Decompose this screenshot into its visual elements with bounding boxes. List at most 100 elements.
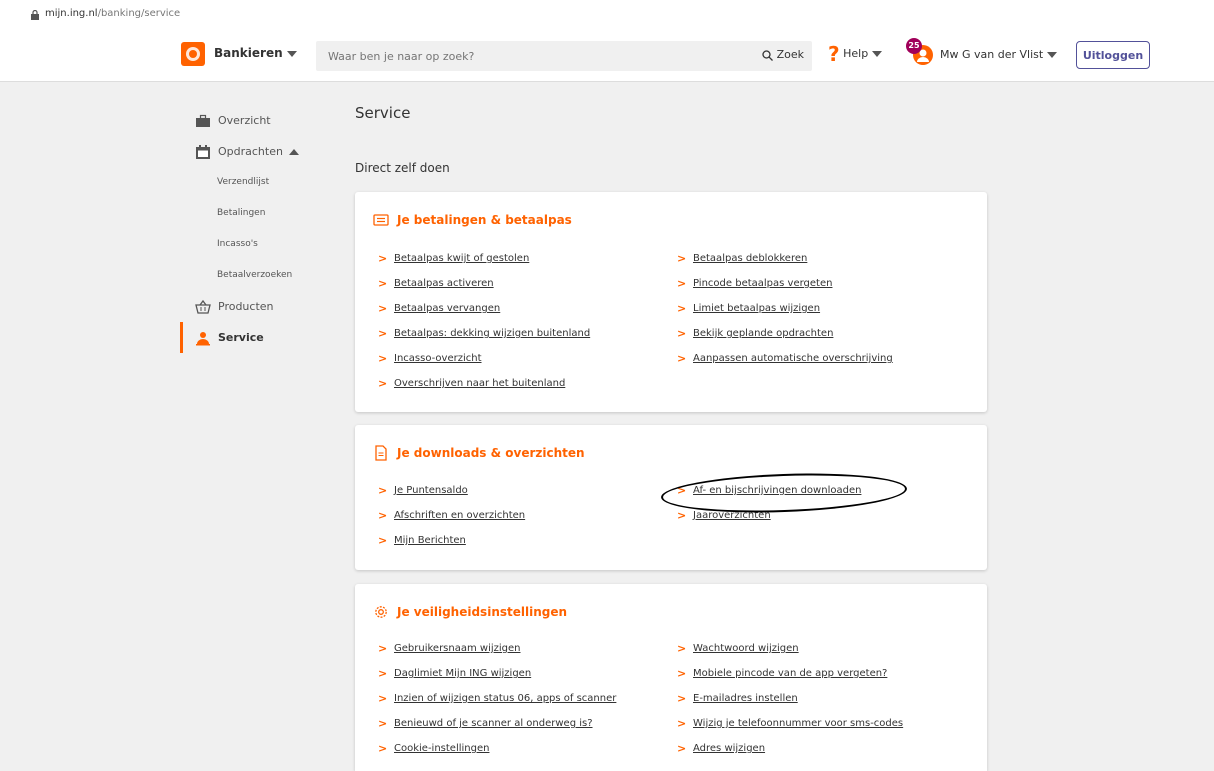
chevron-right-icon: > (378, 667, 388, 680)
top-navigation: Bankieren Zoek ? Help 25 Mw G van der Vl… (0, 32, 1214, 82)
sidebar-item-incassos[interactable]: Incasso's (180, 229, 340, 260)
chevron-right-icon: > (677, 509, 687, 522)
chevron-right-icon: > (378, 352, 388, 365)
card-icon (373, 214, 389, 226)
service-person-icon (196, 331, 210, 345)
card-veiligheid: Je veiligheidsinstellingen > Gebruikersna… (355, 584, 987, 771)
card-title: Je downloads & overzichten (373, 445, 585, 461)
chevron-right-icon: > (677, 717, 687, 730)
sidebar-item-overzicht[interactable]: Overzicht (180, 105, 340, 136)
caret-down-icon (872, 51, 883, 57)
user-menu[interactable]: Mw G van der Vlist (940, 48, 1058, 61)
notification-badge: 25 (906, 38, 922, 54)
link-status-06[interactable]: > Inzien of wijzigen status 06, apps of s… (378, 686, 616, 711)
link-column-right: > Betaalpas deblokkeren > Pincode betaalpa… (677, 246, 893, 371)
link-daglimiet[interactable]: > Daglimiet Mijn ING wijzigen (378, 661, 616, 686)
chevron-right-icon: > (378, 302, 388, 315)
link-afschriften[interactable]: > Afschriften en overzichten (378, 503, 525, 528)
link-mijn-berichten[interactable]: > Mijn Berichten (378, 528, 525, 553)
chevron-right-icon: > (378, 327, 388, 340)
document-icon (375, 445, 387, 461)
chevron-right-icon: > (677, 352, 687, 365)
link-column-right: > Af- en bijschrijvingen downloaden > Jaar… (677, 478, 861, 528)
sidebar-item-service[interactable]: Service (180, 322, 340, 353)
lion-icon (186, 47, 200, 61)
page-title: Service (355, 104, 411, 122)
sidebar-navigation: Overzicht Opdrachten Verzendlijst Betali… (180, 105, 340, 353)
link-column-left: > Gebruikersnaam wijzigen > Daglimiet Mijn… (378, 636, 616, 761)
chevron-right-icon: > (378, 484, 388, 497)
card-downloads: Je downloads & overzichten > Je Puntensal… (355, 425, 987, 570)
logout-button[interactable]: Uitloggen (1076, 41, 1150, 69)
card-title: Je veiligheidsinstellingen (373, 604, 567, 620)
chevron-right-icon: > (378, 377, 388, 390)
link-gebruikersnaam[interactable]: > Gebruikersnaam wijzigen (378, 636, 616, 661)
link-incasso-overzicht[interactable]: > Incasso-overzicht (378, 346, 590, 371)
gear-icon (375, 606, 387, 618)
chevron-right-icon: > (677, 252, 687, 265)
sidebar-item-opdrachten[interactable]: Opdrachten (180, 136, 340, 167)
chevron-right-icon: > (677, 484, 687, 497)
link-betaalpas-kwijt[interactable]: > Betaalpas kwijt of gestolen (378, 246, 590, 271)
card-title: Je betalingen & betaalpas (373, 212, 572, 228)
lock-icon (31, 10, 39, 20)
search-button[interactable]: Zoek (762, 48, 804, 61)
link-overschrijven-buitenland[interactable]: > Overschrijven naar het buitenland (378, 371, 590, 396)
section-subtitle: Direct zelf doen (355, 161, 450, 175)
card-betalingen: Je betalingen & betaalpas > Betaalpas kwi… (355, 192, 987, 412)
chevron-right-icon: > (378, 642, 388, 655)
url-text: mijn.ing.nl/banking/service (45, 8, 181, 19)
link-column-right: > Wachtwoord wijzigen > Mobiele pincode va… (677, 636, 903, 761)
link-puntensaldo[interactable]: > Je Puntensaldo (378, 478, 525, 503)
link-betaalpas-deblokkeren[interactable]: > Betaalpas deblokkeren (677, 246, 893, 271)
chevron-right-icon: > (677, 277, 687, 290)
link-telefoonnummer[interactable]: > Wijzig je telefoonnummer voor sms-codes (677, 711, 903, 736)
link-betaalpas-activeren[interactable]: > Betaalpas activeren (378, 271, 590, 296)
chevron-right-icon: > (378, 692, 388, 705)
link-wachtwoord[interactable]: > Wachtwoord wijzigen (677, 636, 903, 661)
search-icon (762, 49, 774, 61)
bankieren-menu[interactable]: Bankieren (214, 46, 297, 60)
chevron-right-icon: > (378, 509, 388, 522)
chevron-right-icon: > (378, 252, 388, 265)
chevron-right-icon: > (677, 642, 687, 655)
question-mark-icon: ? (828, 42, 840, 66)
chevron-right-icon: > (677, 327, 687, 340)
calendar-icon (196, 144, 210, 159)
sidebar-item-verzendlijst[interactable]: Verzendlijst (180, 167, 340, 198)
caret-up-icon (288, 148, 299, 155)
link-scanner-onderweg[interactable]: > Benieuwd of je scanner al onderweg is? (378, 711, 616, 736)
link-geplande-opdrachten[interactable]: > Bekijk geplande opdrachten (677, 321, 893, 346)
search-input[interactable] (316, 41, 736, 71)
link-column-left: > Betaalpas kwijt of gestolen > Betaalpas … (378, 246, 590, 396)
link-jaaroverzichten[interactable]: > Jaaroverzichten (677, 503, 861, 528)
link-dekking-buitenland[interactable]: > Betaalpas: dekking wijzigen buitenland (378, 321, 590, 346)
link-bijschrijvingen-downloaden[interactable]: > Af- en bijschrijvingen downloaden (677, 478, 861, 503)
chevron-right-icon: > (677, 667, 687, 680)
link-pincode-vergeten[interactable]: > Pincode betaalpas vergeten (677, 271, 893, 296)
link-automatische-overschrijving[interactable]: > Aanpassen automatische overschrijving (677, 346, 893, 371)
chevron-right-icon: > (378, 534, 388, 547)
sidebar-item-producten[interactable]: Producten (180, 291, 340, 322)
help-menu[interactable]: ? Help (828, 42, 883, 66)
chevron-right-icon: > (677, 742, 687, 755)
browser-address-bar[interactable]: mijn.ing.nl/banking/service (0, 0, 1214, 32)
chevron-right-icon: > (677, 692, 687, 705)
chevron-right-icon: > (378, 277, 388, 290)
sidebar-item-betaalverzoeken[interactable]: Betaalverzoeken (180, 260, 340, 291)
chevron-right-icon: > (378, 717, 388, 730)
chevron-right-icon: > (677, 302, 687, 315)
sidebar-item-betalingen[interactable]: Betalingen (180, 198, 340, 229)
link-mobiele-pincode[interactable]: > Mobiele pincode van de app vergeten? (677, 661, 903, 686)
briefcase-icon (196, 114, 210, 127)
ing-lion-logo[interactable] (181, 42, 205, 66)
link-cookie-instellingen[interactable]: > Cookie-instellingen (378, 736, 616, 761)
link-limiet-wijzigen[interactable]: > Limiet betaalpas wijzigen (677, 296, 893, 321)
link-emailadres[interactable]: > E-mailadres instellen (677, 686, 903, 711)
link-adres-wijzigen[interactable]: > Adres wijzigen (677, 736, 903, 761)
link-betaalpas-vervangen[interactable]: > Betaalpas vervangen (378, 296, 590, 321)
caret-down-icon (1047, 52, 1058, 58)
caret-down-icon (286, 50, 297, 57)
chevron-right-icon: > (378, 742, 388, 755)
search-box: Zoek (316, 41, 812, 71)
